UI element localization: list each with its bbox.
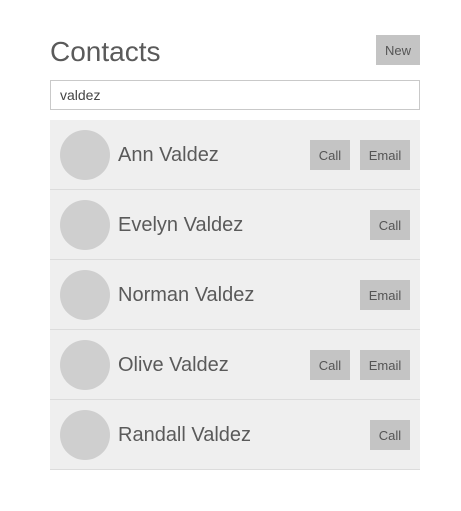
avatar [60,200,110,250]
contact-actions: Call Email [310,140,410,170]
email-button[interactable]: Email [360,140,410,170]
contact-actions: Call [370,210,410,240]
contact-row[interactable]: Evelyn Valdez Call [50,190,420,260]
avatar [60,340,110,390]
page-title: Contacts [50,36,161,67]
email-button[interactable]: Email [360,280,410,310]
contact-row[interactable]: Randall Valdez Call [50,400,420,470]
avatar [60,130,110,180]
contact-name: Evelyn Valdez [118,214,244,236]
contact-actions: Call Email [310,350,410,380]
contact-actions: Call [370,420,410,450]
avatar [60,270,110,320]
contact-row[interactable]: Ann Valdez Call Email [50,120,420,190]
contact-list: Ann Valdez Call Email Evelyn Valdez Call Norm… [50,120,420,470]
call-button[interactable]: Call [310,140,350,170]
avatar [60,410,110,460]
contact-name: Olive Valdez [118,354,229,376]
search-input[interactable] [50,80,420,110]
email-button[interactable]: Email [360,350,410,380]
call-button[interactable]: Call [310,350,350,380]
contact-row[interactable]: Norman Valdez Email [50,260,420,330]
contact-name: Norman Valdez [118,284,255,306]
contact-actions: Email [360,280,410,310]
call-button[interactable]: Call [370,210,410,240]
new-contact-button[interactable]: New [376,35,420,65]
header: Contacts New [50,35,420,69]
call-button[interactable]: Call [370,420,410,450]
contact-name: Ann Valdez [118,144,219,166]
contact-name: Randall Valdez [118,424,252,446]
contact-row[interactable]: Olive Valdez Call Email [50,330,420,400]
